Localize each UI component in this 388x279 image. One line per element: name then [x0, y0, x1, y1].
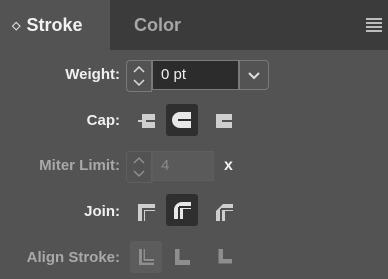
- round-cap-icon: [172, 112, 191, 128]
- miter-unit-label: x: [224, 157, 233, 174]
- projecting-cap-icon: [216, 114, 232, 128]
- weight-dropdown[interactable]: [239, 60, 269, 90]
- bevel-join-icon: [216, 204, 233, 221]
- weight-stepper[interactable]: [126, 60, 152, 92]
- round-join-button[interactable]: [166, 194, 198, 226]
- weight-label: Weight:: [65, 66, 120, 83]
- bevel-join-button[interactable]: [208, 196, 240, 228]
- stepper-arrows-icon: [133, 65, 145, 87]
- align-center-button[interactable]: [130, 241, 162, 273]
- miter-limit-label: Miter Limit:: [39, 157, 120, 174]
- align-inside-icon: [175, 249, 190, 265]
- cap-label: Cap:: [86, 112, 120, 129]
- tab-stroke-label: Stroke: [26, 14, 83, 35]
- stepper-arrows-icon: [133, 156, 145, 178]
- panel-menu-icon[interactable]: [366, 18, 382, 32]
- miter-join-button[interactable]: [130, 196, 162, 228]
- align-outside-button[interactable]: [208, 241, 240, 273]
- join-label: Join:: [84, 203, 120, 220]
- align-center-icon: [139, 249, 154, 265]
- collapse-arrows-icon[interactable]: ◇: [12, 19, 20, 32]
- tab-bar: ◇ Stroke Color: [0, 0, 388, 50]
- align-outside-icon: [217, 249, 232, 265]
- miter-stepper[interactable]: [126, 151, 152, 183]
- weight-input[interactable]: 0 pt: [152, 60, 239, 90]
- tab-color[interactable]: Color: [110, 0, 205, 50]
- butt-cap-icon: [138, 114, 155, 128]
- butt-cap-button[interactable]: [130, 105, 162, 137]
- tab-color-label: Color: [134, 14, 181, 35]
- stroke-panel: ◇ Stroke Color Weight: 0 pt Cap: Miter L…: [0, 0, 388, 279]
- round-cap-button[interactable]: [166, 104, 198, 136]
- tab-stroke[interactable]: ◇ Stroke: [0, 0, 110, 50]
- align-inside-button[interactable]: [166, 241, 198, 273]
- projecting-cap-button[interactable]: [208, 105, 240, 137]
- chevron-down-icon: [248, 72, 260, 80]
- miter-join-icon: [138, 204, 155, 221]
- round-join-icon: [174, 202, 191, 219]
- miter-limit-input[interactable]: 4: [152, 151, 214, 181]
- align-stroke-label: Align Stroke:: [26, 249, 120, 266]
